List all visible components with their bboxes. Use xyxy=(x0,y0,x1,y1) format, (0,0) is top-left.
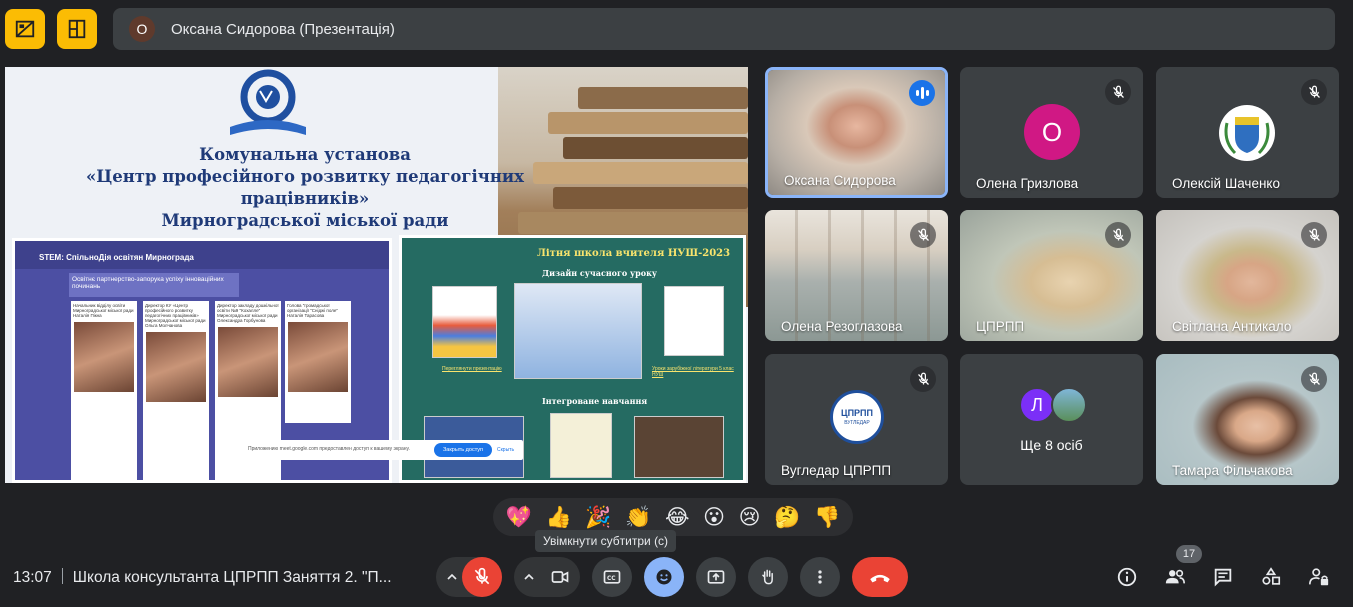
avatar: Л xyxy=(1019,387,1055,423)
participant-tile[interactable]: Олексій Шаченко xyxy=(1156,67,1339,198)
participant-name: Оксана Сидорова xyxy=(784,173,896,188)
participant-name: Олексій Шаченко xyxy=(1172,176,1280,191)
speaking-indicator-icon xyxy=(909,80,935,106)
svg-text:CC: CC xyxy=(607,576,616,582)
chevron-up-icon xyxy=(524,573,534,580)
more-participants-tile[interactable]: Л Ще 8 осіб xyxy=(960,354,1143,485)
reaction-thumbs-up[interactable]: 👍 xyxy=(546,506,572,528)
present-now-button[interactable] xyxy=(696,557,736,597)
split-screen-icon xyxy=(68,19,86,39)
institution-logo xyxy=(230,69,306,135)
clock: 13:07 xyxy=(13,569,52,586)
camera-button[interactable] xyxy=(540,557,580,597)
microphone-button[interactable] xyxy=(462,557,502,597)
captions-button[interactable]: CC xyxy=(592,557,632,597)
reaction-crying[interactable]: 😢 xyxy=(739,506,761,528)
people-icon xyxy=(1165,569,1185,584)
participant-tile[interactable]: Олена Резоглазова xyxy=(765,210,948,341)
participant-name: Олена Резоглазова xyxy=(781,319,903,334)
mic-off-icon xyxy=(910,222,936,248)
video-camera-icon xyxy=(551,571,569,583)
mic-off-icon xyxy=(474,567,490,585)
meeting-info: 13:07 Школа консультанта ЦПРПП Заняття 2.… xyxy=(13,568,392,587)
more-vertical-icon xyxy=(818,570,822,584)
participant-tile[interactable]: Світлана Антикало xyxy=(1156,210,1339,341)
people-button[interactable] xyxy=(1162,564,1188,590)
mic-off-icon xyxy=(1105,222,1131,248)
post-card: Директор закладу дошкільної освіти №9 "К… xyxy=(215,301,281,423)
participant-name: Олена Гризлова xyxy=(976,176,1079,191)
meeting-details-button[interactable] xyxy=(1114,564,1140,590)
chat-icon xyxy=(1214,568,1232,587)
participant-tile[interactable]: ЦПРПП ВУГЛЕДАР Вугледар ЦПРПП xyxy=(765,354,948,485)
meeting-title: Школа консультанта ЦПРПП Заняття 2. "П..… xyxy=(72,569,392,586)
chat-button[interactable] xyxy=(1210,564,1236,590)
reaction-surprised[interactable]: 😮 xyxy=(703,506,725,528)
more-options-button[interactable] xyxy=(800,557,840,597)
closed-captions-icon: CC xyxy=(603,570,621,584)
reaction-party-popper[interactable]: 🎉 xyxy=(585,506,611,528)
presenting-bar: O Оксана Сидорова (Презентація) xyxy=(113,8,1335,50)
slide-title: Комунальна установа «Центр професійного … xyxy=(85,145,525,230)
post-card: Голова "громадської організації "Сніджі … xyxy=(285,301,351,423)
more-participants-label: Ще 8 осіб xyxy=(1020,437,1083,453)
avatar: О xyxy=(1024,104,1080,160)
host-controls-button[interactable] xyxy=(1306,564,1332,590)
mic-off-icon xyxy=(1301,366,1327,392)
participant-name: Світлана Антикало xyxy=(1172,319,1292,334)
video-options-button[interactable] xyxy=(515,557,543,597)
participant-tile[interactable]: ЦПРПП xyxy=(960,210,1143,341)
info-icon xyxy=(1117,567,1137,587)
participant-tile[interactable]: Оксана Сидорова xyxy=(765,67,948,198)
participant-tile[interactable]: О Олена Гризлова xyxy=(960,67,1143,198)
present-screen-icon xyxy=(707,570,725,584)
leave-call-button[interactable] xyxy=(852,557,908,597)
send-reaction-button[interactable] xyxy=(644,557,684,597)
organization-logo: ЦПРПП ВУГЛЕДАР xyxy=(830,390,884,444)
lock-person-icon xyxy=(1309,568,1329,586)
presentation-screen[interactable]: Комунальна установа «Центр професійного … xyxy=(5,67,748,483)
hide-tiles-icon xyxy=(15,20,35,38)
raise-hand-icon xyxy=(762,569,773,585)
participants-count-badge: 17 xyxy=(1176,545,1202,563)
presenter-avatar: O xyxy=(129,16,155,42)
reaction-thumbs-down[interactable]: 👎 xyxy=(814,506,840,528)
reaction-clapping[interactable]: 👏 xyxy=(625,506,651,528)
hide-notice-link[interactable]: Скрыть xyxy=(497,447,514,453)
mic-off-icon xyxy=(1301,79,1327,105)
activities-button[interactable] xyxy=(1258,564,1284,590)
chevron-up-icon xyxy=(447,573,457,580)
reaction-thinking[interactable]: 🤔 xyxy=(774,506,800,528)
city-emblem-icon xyxy=(1219,105,1275,161)
pin-presentation-button[interactable] xyxy=(57,9,97,49)
reaction-laughing[interactable]: 😂 xyxy=(665,506,690,528)
post-card: Директор КУ «Центр професійного розвитку… xyxy=(143,301,209,423)
shapes-icon xyxy=(1262,567,1281,585)
layout-toggle-button[interactable] xyxy=(5,9,45,49)
raise-hand-button[interactable] xyxy=(748,557,788,597)
participant-name: Вугледар ЦПРПП xyxy=(781,463,892,478)
smiley-face-icon xyxy=(656,569,672,585)
participant-tile[interactable]: Тамара Фільчакова xyxy=(1156,354,1339,485)
post-card: Начальник відділу освіти Мирноградської … xyxy=(71,301,137,423)
participant-name: Тамара Фільчакова xyxy=(1172,463,1293,478)
avatar xyxy=(1051,387,1087,423)
captions-tooltip: Увімкнути субтитри (c) xyxy=(535,530,677,552)
presenting-label: Оксана Сидорова (Презентація) xyxy=(171,20,395,38)
mic-off-icon xyxy=(910,366,936,392)
summer-school-title: Літня школа вчителя НУШ-2023 xyxy=(537,248,731,259)
hang-up-icon xyxy=(870,574,890,583)
mic-off-icon xyxy=(1105,79,1131,105)
participant-name: ЦПРПП xyxy=(976,319,1025,334)
screen-share-notice: Приложению meet.google.com предоставлен … xyxy=(238,440,523,460)
stop-sharing-button[interactable]: Закрыть доступ xyxy=(434,443,492,457)
mic-off-icon xyxy=(1301,222,1327,248)
post-banner: Освітнє партнерство-запорука успіху інно… xyxy=(69,273,239,297)
reaction-sparkling-heart[interactable]: 💖 xyxy=(506,506,532,528)
page-name: STEM: СпільноДія освітян Мирнограда xyxy=(39,253,194,262)
